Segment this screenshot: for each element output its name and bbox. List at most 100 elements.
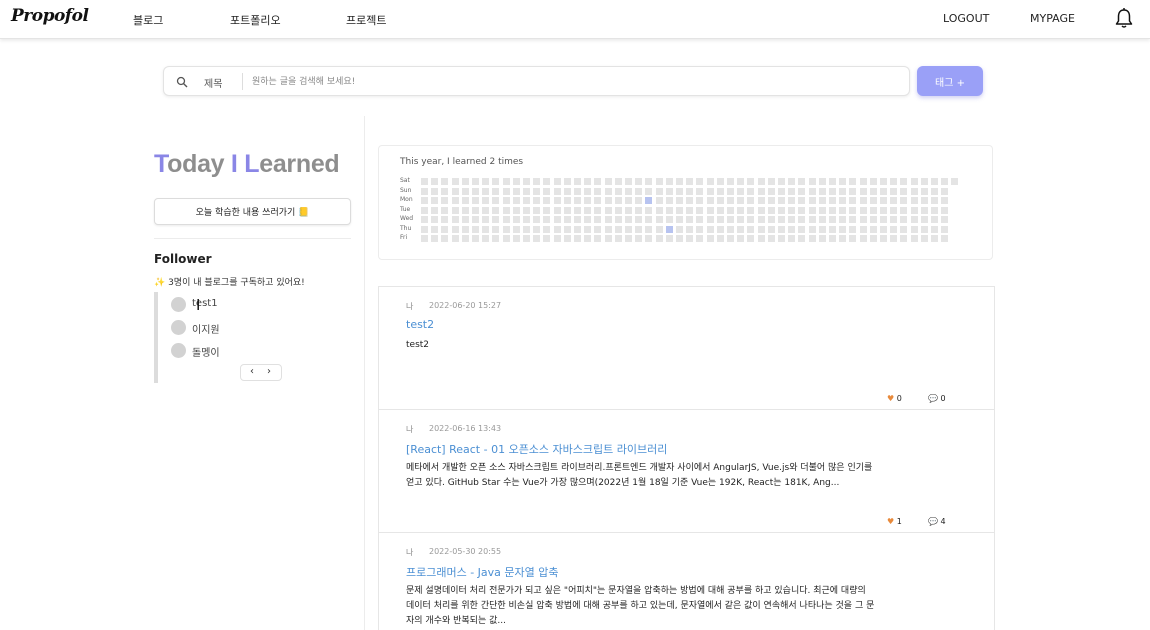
heatmap-cell <box>665 225 673 233</box>
heatmap-cell <box>584 235 592 242</box>
write-til-button[interactable]: 오늘 학습한 내용 쓰러가기 📒 <box>154 198 351 225</box>
heatmap-cell <box>431 206 439 214</box>
heatmap-cell <box>614 216 622 223</box>
heatmap-cell <box>951 178 959 185</box>
heatmap-cell <box>941 225 949 233</box>
heatmap-cell <box>737 206 745 214</box>
bell-icon[interactable] <box>1114 7 1134 29</box>
heatmap-cell <box>880 225 887 233</box>
heatmap-cell <box>920 225 928 233</box>
heatmap-cell <box>808 197 816 204</box>
search-type-select[interactable]: 제목 <box>204 75 222 90</box>
heatmap-cell <box>880 178 887 185</box>
post-date: 2022-06-16 13:43 <box>429 424 502 433</box>
post-item[interactable]: 나 2022-06-20 15:27 test2 test2 ♥ 0 💬 0 <box>379 287 994 410</box>
heatmap-cell <box>441 225 449 233</box>
mypage-button[interactable]: MYPAGE <box>1030 12 1075 25</box>
nav-blog[interactable]: 블로그 <box>133 12 163 28</box>
heatmap-cell <box>461 235 469 242</box>
heatmap-cell <box>472 197 479 204</box>
heatmap-cell <box>533 235 541 242</box>
top-navigation-bar: Propofol 블로그 포트폴리오 프로젝트 LOGOUT MYPAGE <box>0 0 1150 39</box>
heatmap-cell <box>890 216 898 223</box>
heatmap-cell <box>849 187 857 195</box>
heatmap-cell <box>604 197 612 204</box>
heatmap-cell <box>655 187 663 195</box>
heatmap-cell <box>798 235 806 242</box>
heatmap-cell <box>829 206 836 214</box>
heatmap-cell <box>604 178 612 185</box>
heatmap-cell <box>747 225 755 233</box>
heatmap-cell <box>625 197 632 204</box>
heatmap-cell <box>431 216 439 223</box>
heatmap-cell <box>482 206 490 214</box>
heatmap-cell <box>543 216 551 223</box>
heatmap-cell <box>808 187 816 195</box>
heatmap-cell <box>910 225 918 233</box>
post-item[interactable]: 나 2022-05-30 20:55 프로그래머스 - Java 문자열 압축 … <box>379 533 994 630</box>
heatmap-cell <box>625 187 632 195</box>
sidebar-divider <box>154 238 351 239</box>
heatmap-cell <box>716 216 724 223</box>
heatmap-cell <box>910 178 918 185</box>
heatmap-cell <box>512 235 520 242</box>
heatmap-cell <box>563 216 571 223</box>
comment-icon: 💬 <box>928 394 938 403</box>
heatmap-cell <box>747 197 755 204</box>
pager-next-button[interactable]: › <box>267 366 271 377</box>
post-title[interactable]: 프로그래머스 - Java 문자열 압축 <box>406 564 559 580</box>
heatmap-cell <box>543 206 551 214</box>
heatmap-cell <box>676 235 683 242</box>
heatmap-cell <box>502 225 510 233</box>
heatmap-cell <box>584 178 592 185</box>
heatmap-cell <box>563 197 571 204</box>
heatmap-cell <box>614 225 622 233</box>
avatar <box>171 297 186 312</box>
follower-name: 돌멩이 <box>192 348 220 359</box>
heatmap-cell <box>512 197 520 204</box>
logo[interactable]: Propofol <box>11 6 89 26</box>
heatmap-cell <box>818 235 826 242</box>
heatmap-cell <box>451 178 459 185</box>
heatmap-cell <box>696 197 704 204</box>
nav-portfolio[interactable]: 포트폴리오 <box>230 12 281 28</box>
heatmap-cell <box>584 187 592 195</box>
heatmap-cell <box>727 178 734 185</box>
heatmap-cell <box>859 187 867 195</box>
heatmap-cell <box>686 178 694 185</box>
heatmap-cell <box>461 187 469 195</box>
nav-project[interactable]: 프로젝트 <box>346 12 386 28</box>
heatmap-cell <box>482 178 490 185</box>
heatmap-cell <box>441 235 449 242</box>
post-date: 2022-05-30 20:55 <box>429 547 502 556</box>
heatmap-cell <box>604 206 612 214</box>
heatmap-cell <box>767 178 775 185</box>
heatmap-cell <box>421 235 428 242</box>
heatmap-cell <box>543 178 551 185</box>
heatmap-cell <box>655 235 663 242</box>
heatmap-cell <box>869 187 877 195</box>
heatmap-cell <box>441 187 449 195</box>
post-item[interactable]: 나 2022-06-16 13:43 [React] React - 01 오픈… <box>379 410 994 533</box>
search-input[interactable] <box>252 72 892 91</box>
heatmap-cell <box>665 187 673 195</box>
heatmap-cell <box>716 178 724 185</box>
heatmap-cell <box>931 187 938 195</box>
heatmap-cell <box>421 206 428 214</box>
logout-button[interactable]: LOGOUT <box>943 12 989 25</box>
heatmap-cell <box>461 197 469 204</box>
heatmap-cell <box>727 206 734 214</box>
post-title[interactable]: test2 <box>406 318 434 331</box>
post-title[interactable]: [React] React - 01 오픈소스 자바스크립트 라이브러리 <box>406 441 667 457</box>
heatmap-cell <box>716 225 724 233</box>
heatmap-cell <box>584 206 592 214</box>
heatmap-cell <box>767 206 775 214</box>
heatmap-cell <box>645 197 653 204</box>
heatmap-cell <box>553 235 561 242</box>
tag-add-button[interactable]: 태그 + <box>917 66 983 96</box>
heatmap-cell <box>604 216 612 223</box>
heatmap-cell <box>869 235 877 242</box>
heatmap-cell <box>778 187 785 195</box>
pager-prev-button[interactable]: ‹ <box>250 366 254 377</box>
post-body: 메타에서 개발한 오픈 소스 자바스크립트 라이브러리.프론트엔드 개발자 사이… <box>406 463 873 488</box>
